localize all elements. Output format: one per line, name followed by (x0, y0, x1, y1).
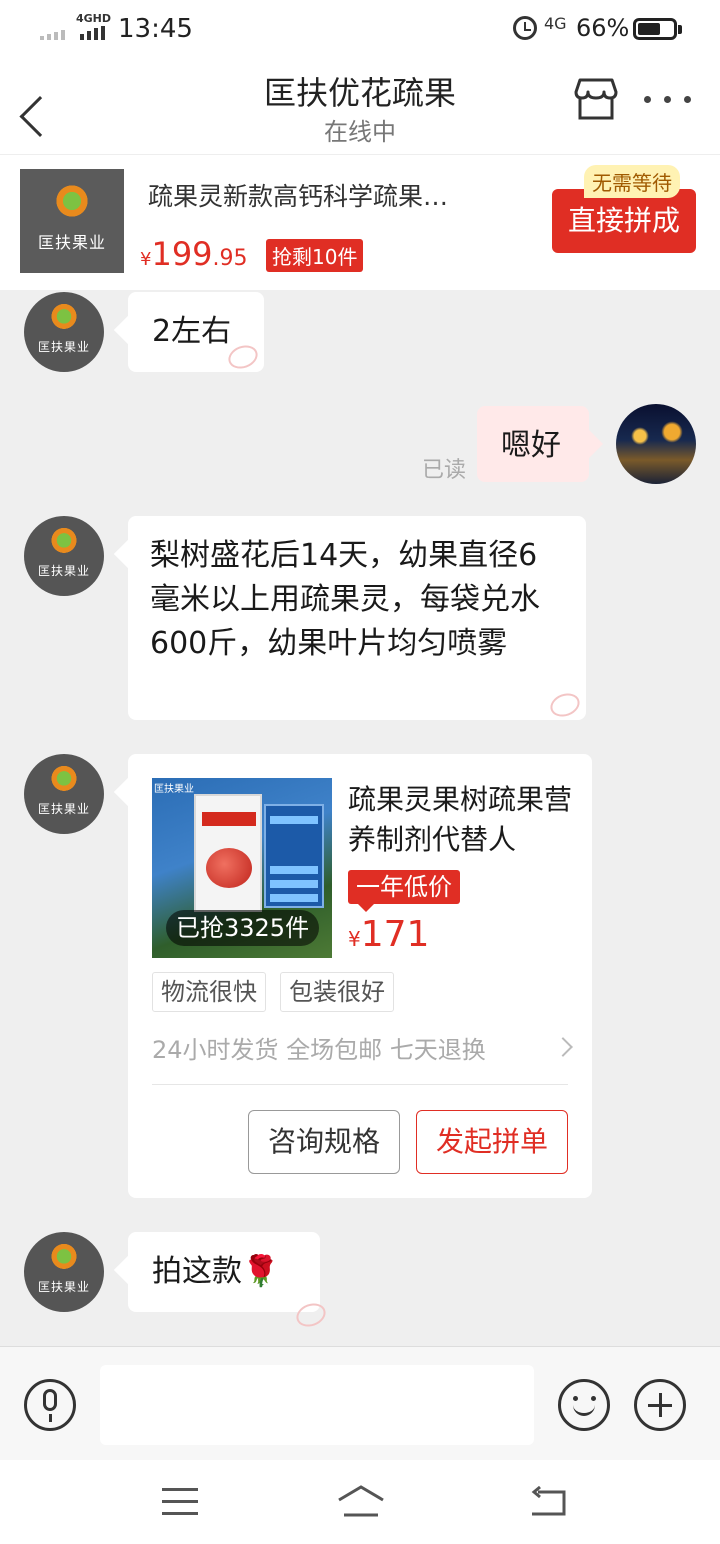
image-caption: 匡扶果业 (154, 784, 194, 795)
page-title: 匡扶优花疏果 (263, 74, 456, 112)
ask-spec-button[interactable]: 咨询规格 (248, 1110, 400, 1174)
product-price: ¥171 (348, 914, 430, 955)
buy-now-button[interactable]: 直接拼成 (552, 189, 696, 253)
brand-logo-icon (48, 302, 80, 334)
system-nav-bar (0, 1460, 720, 1544)
product-bag-graphic (264, 804, 324, 908)
seller-avatar[interactable]: 匡扶果业 (24, 754, 104, 834)
back-nav-icon[interactable] (528, 1486, 568, 1518)
product-card[interactable]: 匡扶果业 已抢3325件 疏果灵果树疏果营养制剂代替人 一年低价 ¥171 物流… (128, 754, 592, 1198)
my-avatar[interactable] (616, 404, 696, 484)
input-bar (0, 1346, 720, 1460)
home-icon[interactable] (336, 1484, 386, 1518)
clock: 13:45 (118, 14, 193, 44)
start-group-button[interactable]: 发起拼单 (416, 1110, 568, 1174)
message-text: 嗯好 (501, 428, 561, 463)
online-status: 在线中 (324, 118, 396, 146)
message-text: 2左右 (152, 314, 232, 349)
message-bubble[interactable]: 梨树盛花后14天，幼果直径6毫米以上用疏果灵，每袋兑水600斤，幼果叶片均匀喷雾 (128, 516, 586, 721)
product-banner[interactable]: 匡扶果业 疏果灵新款高钙科学疏果… ¥199.95 抢剩10件 直接拼成 无需等… (0, 154, 720, 290)
plus-icon[interactable] (634, 1379, 686, 1431)
product-image[interactable]: 匡扶果业 已抢3325件 (152, 778, 332, 958)
message-bubble[interactable]: 2左右 (128, 292, 264, 373)
brand-logo-icon (48, 526, 80, 558)
apple-graphic (206, 848, 252, 888)
more-icon[interactable] (640, 88, 696, 108)
menu-icon[interactable] (162, 1488, 198, 1516)
store-icon[interactable] (572, 76, 620, 122)
brand-logo-icon (48, 764, 80, 796)
network-type: 4GHD (76, 12, 112, 25)
product-thumbnail[interactable]: 匡扶果业 (20, 169, 124, 273)
stock-badge: 抢剩10件 (266, 239, 364, 272)
my-message-bubble[interactable]: 嗯好 (477, 406, 589, 482)
microphone-icon[interactable] (24, 1379, 76, 1431)
alarm-icon (513, 16, 537, 40)
message-text: 梨树盛花后14天，幼果直径6毫米以上用疏果灵，每袋兑水600斤，幼果叶片均匀喷雾 (150, 538, 540, 661)
sold-count-badge: 已抢3325件 (166, 910, 320, 946)
low-price-tag: 一年低价 (348, 870, 460, 912)
pin-stamp-icon (293, 1299, 329, 1331)
brand-text: 匡扶果业 (37, 233, 106, 252)
pin-stamp-icon (547, 689, 583, 721)
battery-icon (633, 18, 682, 40)
seller-avatar[interactable]: 匡扶果业 (24, 516, 104, 596)
emoji-icon[interactable] (558, 1379, 610, 1431)
product-title[interactable]: 疏果灵果树疏果营养制剂代替人 (348, 780, 574, 860)
chat-header: 匡扶优花疏果 在线中 (0, 58, 720, 154)
product-price: ¥199.95 (140, 235, 248, 273)
seller-avatar[interactable]: 匡扶果业 (24, 292, 104, 372)
review-tag[interactable]: 包装很好 (280, 972, 394, 1012)
seller-avatar[interactable]: 匡扶果业 (24, 1232, 104, 1312)
product-name[interactable]: 疏果灵新款高钙科学疏果… (148, 177, 528, 213)
message-input[interactable] (100, 1365, 534, 1445)
brand-logo-icon (48, 1242, 80, 1274)
battery-percent: 66% (576, 14, 630, 42)
no-wait-badge: 无需等待 (584, 165, 680, 198)
product-bag-graphic (194, 794, 262, 912)
network-type-2: 4G (544, 14, 567, 33)
service-info[interactable]: 24小时发货 全场包邮 七天退换 (152, 1030, 486, 1065)
message-bubble[interactable]: 拍这款🌹 (128, 1232, 329, 1331)
review-tag[interactable]: 物流很快 (152, 972, 266, 1012)
brand-logo-icon (52, 183, 92, 223)
status-bar: 4GHD 13:45 4G 66% (0, 0, 720, 58)
divider (152, 1084, 568, 1085)
read-receipt: 已读 (422, 458, 467, 483)
chevron-right-icon[interactable] (553, 1037, 573, 1057)
message-text: 拍这款🌹 (152, 1254, 280, 1289)
back-icon[interactable] (26, 78, 66, 118)
